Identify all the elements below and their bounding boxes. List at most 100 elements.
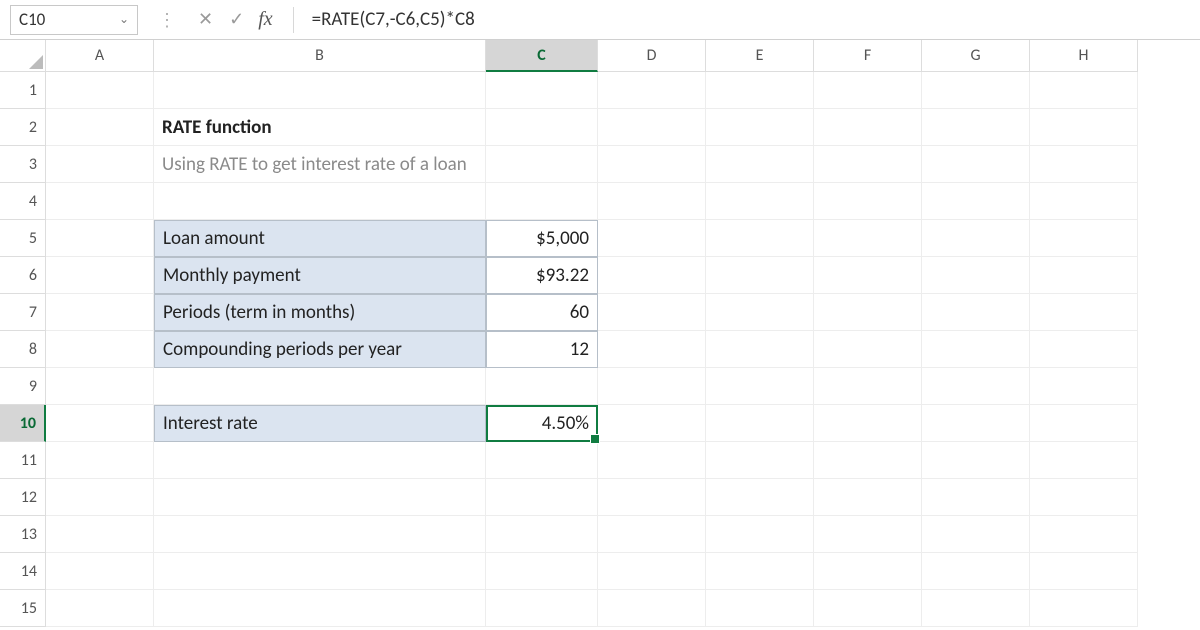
worksheet[interactable]: A B C D E F G H 1 2 RATE function 3 Usin… xyxy=(0,40,1200,630)
cell-B10[interactable]: Interest rate xyxy=(154,405,486,442)
cell-H1[interactable] xyxy=(1030,72,1138,109)
cell-E4[interactable] xyxy=(706,183,814,220)
cell-D6[interactable] xyxy=(598,257,706,294)
row-header-11[interactable]: 11 xyxy=(0,442,46,479)
cell-F6[interactable] xyxy=(814,257,922,294)
col-header-B[interactable]: B xyxy=(154,40,486,72)
cell-A14[interactable] xyxy=(46,553,154,590)
cell-E9[interactable] xyxy=(706,368,814,405)
cell-D15[interactable] xyxy=(598,590,706,627)
row-header-5[interactable]: 5 xyxy=(0,220,46,257)
row-header-3[interactable]: 3 xyxy=(0,146,46,183)
cell-H14[interactable] xyxy=(1030,553,1138,590)
cell-G13[interactable] xyxy=(922,516,1030,553)
cell-F4[interactable] xyxy=(814,183,922,220)
cell-H3[interactable] xyxy=(1030,146,1138,183)
cell-F10[interactable] xyxy=(814,405,922,442)
cell-A12[interactable] xyxy=(46,479,154,516)
cell-G9[interactable] xyxy=(922,368,1030,405)
cell-E5[interactable] xyxy=(706,220,814,257)
col-header-F[interactable]: F xyxy=(814,40,922,72)
row-header-1[interactable]: 1 xyxy=(0,72,46,109)
cell-E2[interactable] xyxy=(706,109,814,146)
cell-D3[interactable] xyxy=(598,146,706,183)
cell-B14[interactable] xyxy=(154,553,486,590)
cell-G5[interactable] xyxy=(922,220,1030,257)
cell-D2[interactable] xyxy=(598,109,706,146)
cell-C1[interactable] xyxy=(486,72,598,109)
col-header-H[interactable]: H xyxy=(1030,40,1138,72)
cell-D1[interactable] xyxy=(598,72,706,109)
cell-B4[interactable] xyxy=(154,183,486,220)
cell-F5[interactable] xyxy=(814,220,922,257)
cell-C4[interactable] xyxy=(486,183,598,220)
cell-G4[interactable] xyxy=(922,183,1030,220)
cell-F7[interactable] xyxy=(814,294,922,331)
row-header-8[interactable]: 8 xyxy=(0,331,46,368)
cell-F3[interactable] xyxy=(814,146,922,183)
cell-B15[interactable] xyxy=(154,590,486,627)
cell-E11[interactable] xyxy=(706,442,814,479)
cell-H10[interactable] xyxy=(1030,405,1138,442)
cell-B6[interactable]: Monthly payment xyxy=(154,257,486,294)
cell-D11[interactable] xyxy=(598,442,706,479)
cell-H11[interactable] xyxy=(1030,442,1138,479)
cell-H12[interactable] xyxy=(1030,479,1138,516)
formula-input[interactable]: =RATE(C7,-C6,C5)*C8 xyxy=(298,8,1200,31)
cell-C2[interactable] xyxy=(486,109,598,146)
cell-F8[interactable] xyxy=(814,331,922,368)
col-header-A[interactable]: A xyxy=(46,40,154,72)
cell-C12[interactable] xyxy=(486,479,598,516)
cell-D12[interactable] xyxy=(598,479,706,516)
cell-A15[interactable] xyxy=(46,590,154,627)
cell-F2[interactable] xyxy=(814,109,922,146)
cell-A8[interactable] xyxy=(46,331,154,368)
cell-F1[interactable] xyxy=(814,72,922,109)
cell-A1[interactable] xyxy=(46,72,154,109)
cell-G15[interactable] xyxy=(922,590,1030,627)
select-all-corner[interactable] xyxy=(0,40,46,72)
cell-D9[interactable] xyxy=(598,368,706,405)
cell-G3[interactable] xyxy=(922,146,1030,183)
cell-B1[interactable] xyxy=(154,72,486,109)
cell-E15[interactable] xyxy=(706,590,814,627)
cell-C13[interactable] xyxy=(486,516,598,553)
cell-A7[interactable] xyxy=(46,294,154,331)
cell-G7[interactable] xyxy=(922,294,1030,331)
row-header-15[interactable]: 15 xyxy=(0,590,46,627)
cell-E6[interactable] xyxy=(706,257,814,294)
cell-E7[interactable] xyxy=(706,294,814,331)
cell-C9[interactable] xyxy=(486,368,598,405)
chevron-down-icon[interactable]: ⌄ xyxy=(119,12,129,27)
cancel-icon[interactable]: ✕ xyxy=(198,9,213,30)
row-header-14[interactable]: 14 xyxy=(0,553,46,590)
cell-E12[interactable] xyxy=(706,479,814,516)
row-header-7[interactable]: 7 xyxy=(0,294,46,331)
row-header-9[interactable]: 9 xyxy=(0,368,46,405)
row-header-13[interactable]: 13 xyxy=(0,516,46,553)
cell-F11[interactable] xyxy=(814,442,922,479)
col-header-E[interactable]: E xyxy=(706,40,814,72)
cell-C11[interactable] xyxy=(486,442,598,479)
cell-B12[interactable] xyxy=(154,479,486,516)
cell-F12[interactable] xyxy=(814,479,922,516)
cell-B5[interactable]: Loan amount xyxy=(154,220,486,257)
cell-C5[interactable]: $5,000 xyxy=(486,220,598,257)
cell-F9[interactable] xyxy=(814,368,922,405)
cell-E13[interactable] xyxy=(706,516,814,553)
cell-C6[interactable]: $93.22 xyxy=(486,257,598,294)
cell-D14[interactable] xyxy=(598,553,706,590)
col-header-D[interactable]: D xyxy=(598,40,706,72)
cell-A3[interactable] xyxy=(46,146,154,183)
cell-H5[interactable] xyxy=(1030,220,1138,257)
cell-B3[interactable]: Using RATE to get interest rate of a loa… xyxy=(154,146,486,183)
row-header-10[interactable]: 10 xyxy=(0,405,46,442)
cell-C14[interactable] xyxy=(486,553,598,590)
cell-H8[interactable] xyxy=(1030,331,1138,368)
cell-C8[interactable]: 12 xyxy=(486,331,598,368)
cell-B11[interactable] xyxy=(154,442,486,479)
cell-F13[interactable] xyxy=(814,516,922,553)
cell-G10[interactable] xyxy=(922,405,1030,442)
cell-B8[interactable]: Compounding periods per year xyxy=(154,331,486,368)
cell-D13[interactable] xyxy=(598,516,706,553)
